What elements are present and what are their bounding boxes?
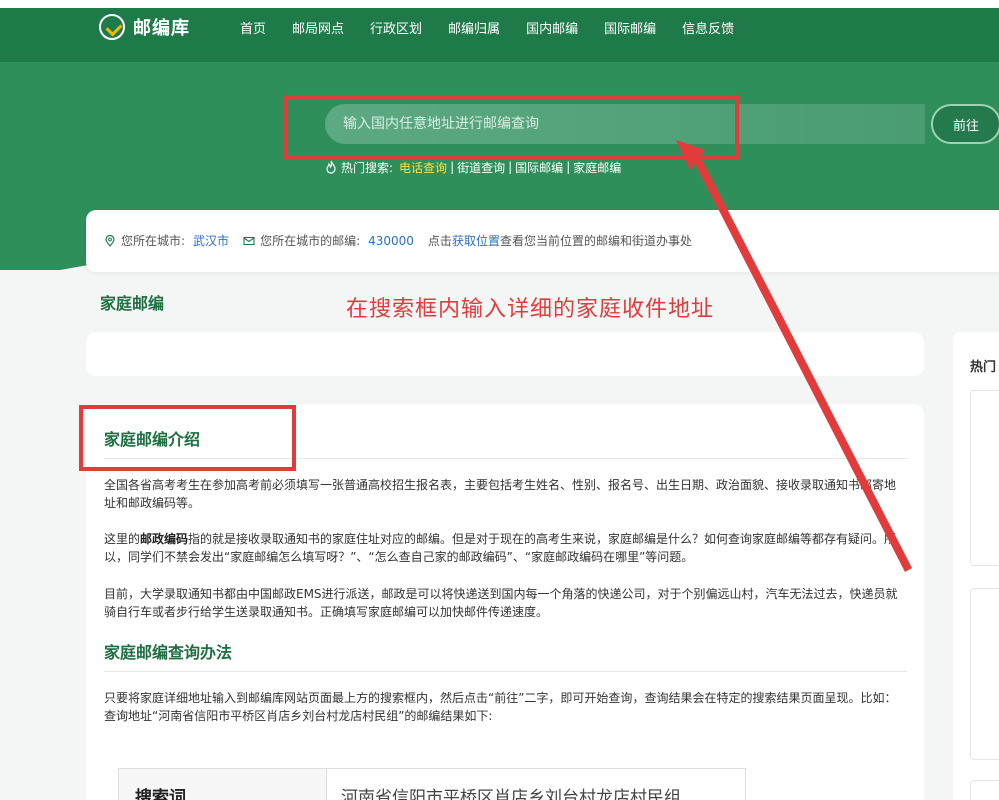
nav-item-post-offices[interactable]: 邮局网点: [292, 18, 344, 37]
site-logo[interactable]: 邮编库: [99, 13, 190, 41]
hot-link-phone[interactable]: 电话查询: [399, 159, 447, 176]
main-nav: 首页 邮局网点 行政区划 邮编归属 国内邮编 国际邮编 信息反馈: [240, 0, 760, 54]
postcode-value: 430000: [368, 233, 414, 248]
sidebar-title: 热门: [970, 360, 997, 375]
nav-item-domestic-postcode[interactable]: 国内邮编: [526, 18, 578, 37]
hot-link-home-postcode[interactable]: 家庭邮编: [573, 159, 621, 176]
fire-icon: [326, 160, 336, 174]
location-row: 您所在城市: 武汉市 您所在城市的邮编: 430000 点击 获取位置 查看您当…: [104, 232, 692, 249]
table-value: 河南省信阳市平桥区肖店乡刘台村龙店村民组: [341, 788, 681, 800]
city-label: 您所在城市:: [121, 234, 186, 248]
location-card: 您所在城市: 武汉市 您所在城市的邮编: 430000 点击 获取位置 查看您当…: [86, 210, 999, 272]
sidebar-box: [970, 780, 999, 800]
empty-content-card: [86, 332, 924, 376]
nav-item-feedback[interactable]: 信息反馈: [682, 18, 734, 37]
divider: [104, 671, 907, 672]
search-go-button[interactable]: 前往: [931, 104, 999, 144]
hot-link-international[interactable]: 国际邮编: [515, 159, 563, 176]
hot-search-label: 热门搜索:: [341, 160, 394, 175]
mail-icon: [243, 236, 255, 245]
paragraph-2-a: 这里的: [104, 532, 141, 546]
separator: |: [508, 160, 513, 174]
sidebar-box: [970, 588, 999, 760]
heading-method: 家庭邮编查询办法: [104, 643, 233, 662]
hot-searches: 热门搜索: 电话查询 | 街道查询 | 国际邮编 | 家庭邮编: [325, 157, 621, 177]
sidebar-box: [970, 390, 999, 566]
paragraph-4: 只要将家庭详细地址输入到邮编库网站页面最上方的搜索框内，然后点击“前往”二字，即…: [104, 691, 897, 723]
nav-item-postcode-ownership[interactable]: 邮编归属: [448, 18, 500, 37]
postal-code-bold: 邮政编码: [140, 532, 189, 546]
annotation-box-heading: [79, 405, 296, 471]
paragraph-2-b: 指的就是接收录取通知书的家庭住址对应的邮编。但是对于现在的高考生来说，家庭邮编是…: [104, 532, 897, 564]
hint-prefix: 点击: [427, 234, 452, 248]
annotation-text: 在搜索框内输入详细的家庭收件地址: [346, 297, 715, 322]
hint-suffix: 查看您当前位置的邮编和街道办事处: [499, 234, 692, 248]
separator: |: [450, 160, 455, 174]
paragraph-2: 这里的邮政编码指的就是接收录取通知书的家庭住址对应的邮编。但是对于现在的高考生来…: [104, 530, 904, 566]
paragraph-1: 全国各省高考考生在参加高考前必须填写一张普通高校招生报名表，主要包括考生姓名、性…: [104, 478, 897, 510]
map-pin-icon: [105, 234, 115, 247]
postcode-label: 您所在城市的邮编:: [260, 234, 361, 248]
result-table: 搜索词 河南省信阳市平桥区肖店乡刘台村龙店村民组: [118, 768, 746, 800]
nav-item-international-postcode[interactable]: 国际邮编: [604, 18, 656, 37]
paragraph-3: 目前，大学录取通知书都由中国邮政EMS进行派送，邮政是可以将快递送到国内每一个角…: [104, 587, 898, 619]
get-location-link[interactable]: 获取位置: [452, 232, 500, 249]
nav-item-home[interactable]: 首页: [240, 18, 266, 37]
hot-link-street[interactable]: 街道查询: [457, 159, 505, 176]
logo-text: 邮编库: [133, 18, 190, 39]
page-title: 家庭邮编: [100, 294, 165, 313]
table-key: 搜索词: [135, 788, 186, 800]
annotation-box-search: [284, 95, 739, 160]
separator: |: [566, 160, 571, 174]
logo-icon: [99, 14, 125, 40]
nav-item-divisions[interactable]: 行政区划: [370, 18, 422, 37]
city-value[interactable]: 武汉市: [193, 232, 229, 249]
